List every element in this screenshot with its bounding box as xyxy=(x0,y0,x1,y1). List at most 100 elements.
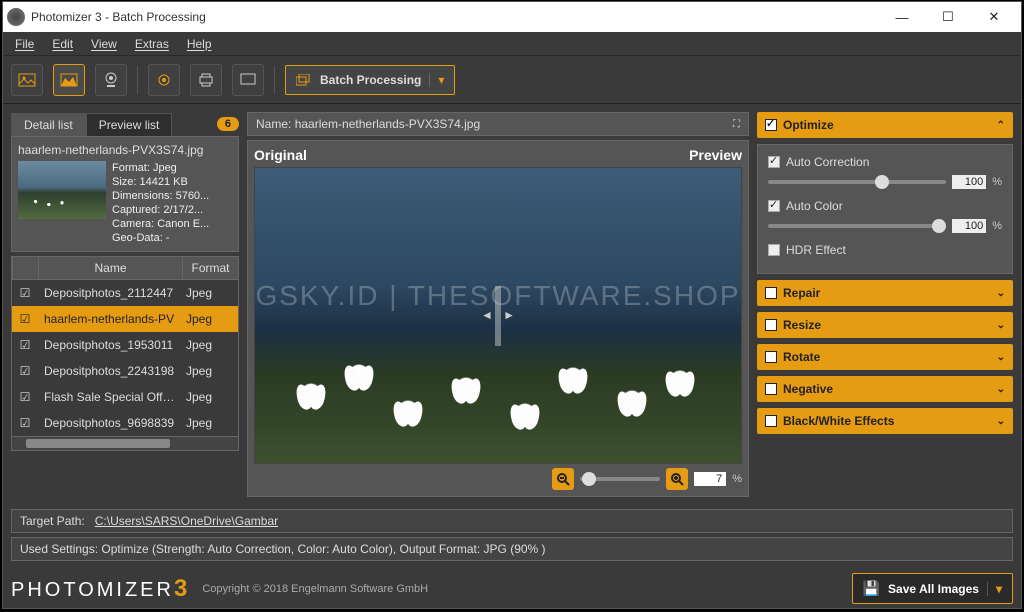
tab-preview-list[interactable]: Preview list xyxy=(86,113,173,136)
chevron-down-icon[interactable]: ⌄ xyxy=(997,416,1005,427)
preview-label: Preview xyxy=(689,147,742,163)
detail-meta: Format: Jpeg Size: 14421 KB Dimensions: … xyxy=(112,161,209,245)
table-row[interactable]: ☑ Depositphotos_2243198 Jpeg xyxy=(12,358,238,384)
open-image-button[interactable] xyxy=(11,64,43,96)
zoom-slider[interactable] xyxy=(580,477,660,481)
name-label: Name: xyxy=(256,117,291,131)
detail-box: haarlem-netherlands-PVX3S74.jpg Format: … xyxy=(11,136,239,252)
menu-extras[interactable]: Extras xyxy=(127,35,177,53)
panel-optimize-header[interactable]: Optimize ⌃ xyxy=(757,112,1013,138)
panel-repair-header[interactable]: Repair⌄ xyxy=(757,280,1013,306)
collapse-icon[interactable]: ⌃ xyxy=(997,120,1005,131)
menu-edit[interactable]: Edit xyxy=(44,35,81,53)
menu-view[interactable]: View xyxy=(83,35,125,53)
zoom-value[interactable]: 7 xyxy=(694,472,726,486)
row-format: Jpeg xyxy=(182,312,238,326)
row-checkbox[interactable]: ☑ xyxy=(12,390,38,404)
col-name[interactable]: Name xyxy=(38,257,182,279)
panel-optimize-body: Auto Correction 100 % Auto Color 100 % xyxy=(757,144,1013,274)
auto-color-slider[interactable] xyxy=(768,224,946,228)
hdr-effect-row[interactable]: HDR Effect xyxy=(768,243,1002,257)
row-checkbox[interactable]: ☑ xyxy=(12,312,38,326)
chevron-down-icon[interactable]: ⌄ xyxy=(997,352,1005,363)
preview-image[interactable]: GSKY.ID | THESOFTWARE.SHOP xyxy=(254,167,742,464)
table-row[interactable]: ☑ Depositphotos_2112447 Jpeg xyxy=(12,280,238,306)
minimize-button[interactable]: — xyxy=(879,2,925,32)
auto-color-value[interactable]: 100 xyxy=(952,219,986,233)
auto-correction-checkbox[interactable] xyxy=(768,156,780,168)
menu-help[interactable]: Help xyxy=(179,35,220,53)
panel-bw-header[interactable]: Black/White Effects⌄ xyxy=(757,408,1013,434)
panel-rotate-header[interactable]: Rotate⌄ xyxy=(757,344,1013,370)
row-name: Flash Sale Special Offer I xyxy=(38,390,182,404)
repair-checkbox[interactable] xyxy=(765,287,777,299)
table-row[interactable]: ☑ Depositphotos_9698839 Jpeg xyxy=(12,410,238,436)
maximize-button[interactable]: ☐ xyxy=(925,2,971,32)
grid-body: ☑ Depositphotos_2112447 Jpeg☑ haarlem-ne… xyxy=(11,280,239,437)
compare-slider-handle[interactable] xyxy=(495,286,501,346)
row-format: Jpeg xyxy=(182,416,238,430)
panel-resize-header[interactable]: Resize⌄ xyxy=(757,312,1013,338)
row-checkbox[interactable]: ☑ xyxy=(12,338,38,352)
window-title: Photomizer 3 - Batch Processing xyxy=(31,10,879,24)
used-settings-text: Used Settings: Optimize (Strength: Auto … xyxy=(20,542,546,556)
chevron-down-icon[interactable]: ⌄ xyxy=(997,384,1005,395)
hdr-checkbox[interactable] xyxy=(768,244,780,256)
print-button[interactable] xyxy=(190,64,222,96)
resize-checkbox[interactable] xyxy=(765,319,777,331)
open-folder-button[interactable] xyxy=(53,64,85,96)
save-dropdown-icon[interactable]: ▾ xyxy=(987,582,1002,596)
menu-file[interactable]: File xyxy=(7,35,42,53)
negative-checkbox[interactable] xyxy=(765,383,777,395)
rotate-checkbox[interactable] xyxy=(765,351,777,363)
preview-pane: Original Preview GSKY.ID | THESOFTWARE.S… xyxy=(247,140,749,497)
row-checkbox[interactable]: ☑ xyxy=(12,364,38,378)
auto-correction-row[interactable]: Auto Correction xyxy=(768,155,1002,169)
mode-dropdown-icon[interactable]: ▾ xyxy=(429,73,444,87)
expand-icon[interactable]: ⛶ xyxy=(733,119,740,130)
panel-negative-header[interactable]: Negative⌄ xyxy=(757,376,1013,402)
zoom-out-button[interactable] xyxy=(552,468,574,490)
target-path-link[interactable]: C:\Users\SARS\OneDrive\Gambar xyxy=(95,514,278,528)
close-button[interactable]: ✕ xyxy=(971,2,1017,32)
optimize-title: Optimize xyxy=(783,118,834,132)
horizontal-scrollbar[interactable] xyxy=(11,437,239,451)
chevron-down-icon[interactable]: ⌄ xyxy=(997,288,1005,299)
tab-detail-list[interactable]: Detail list xyxy=(11,113,86,136)
row-format: Jpeg xyxy=(182,364,238,378)
auto-color-checkbox[interactable] xyxy=(768,200,780,212)
target-path-label: Target Path: xyxy=(20,514,85,528)
settings-button[interactable] xyxy=(148,64,180,96)
row-checkbox[interactable]: ☑ xyxy=(12,416,38,430)
auto-correction-slider[interactable] xyxy=(768,180,946,184)
monitor-button[interactable] xyxy=(232,64,264,96)
name-value: haarlem-netherlands-PVX3S74.jpg xyxy=(295,117,480,131)
auto-color-row[interactable]: Auto Color xyxy=(768,199,1002,213)
row-format: Jpeg xyxy=(182,338,238,352)
brand-logo: PHOTOMIZER3 xyxy=(11,575,190,603)
row-name: haarlem-netherlands-PV xyxy=(38,312,182,326)
webcam-button[interactable] xyxy=(95,64,127,96)
grid-header: Name Format xyxy=(11,256,239,280)
mode-batch-processing[interactable]: Batch Processing ▾ xyxy=(285,65,455,95)
row-format: Jpeg xyxy=(182,286,238,300)
brand-row: PHOTOMIZER3 Copyright © 2018 Engelmann S… xyxy=(3,567,1021,608)
zoom-in-button[interactable] xyxy=(666,468,688,490)
row-name: Depositphotos_9698839 xyxy=(38,416,182,430)
detail-thumbnail[interactable] xyxy=(18,161,106,219)
bw-checkbox[interactable] xyxy=(765,415,777,427)
optimize-checkbox[interactable] xyxy=(765,119,777,131)
mode-label: Batch Processing xyxy=(320,73,421,87)
batch-icon xyxy=(296,74,312,86)
auto-correction-value[interactable]: 100 xyxy=(952,175,986,189)
row-format: Jpeg xyxy=(182,390,238,404)
table-row[interactable]: ☑ Flash Sale Special Offer I Jpeg xyxy=(12,384,238,410)
table-row[interactable]: ☑ Depositphotos_1953011 Jpeg xyxy=(12,332,238,358)
titlebar: Photomizer 3 - Batch Processing — ☐ ✕ xyxy=(3,2,1021,32)
save-all-button[interactable]: 💾 Save All Images ▾ xyxy=(852,573,1013,604)
row-checkbox[interactable]: ☑ xyxy=(12,286,38,300)
chevron-down-icon[interactable]: ⌄ xyxy=(997,320,1005,331)
zoom-pct: % xyxy=(732,473,742,485)
table-row[interactable]: ☑ haarlem-netherlands-PV Jpeg xyxy=(12,306,238,332)
col-format[interactable]: Format xyxy=(182,257,238,279)
